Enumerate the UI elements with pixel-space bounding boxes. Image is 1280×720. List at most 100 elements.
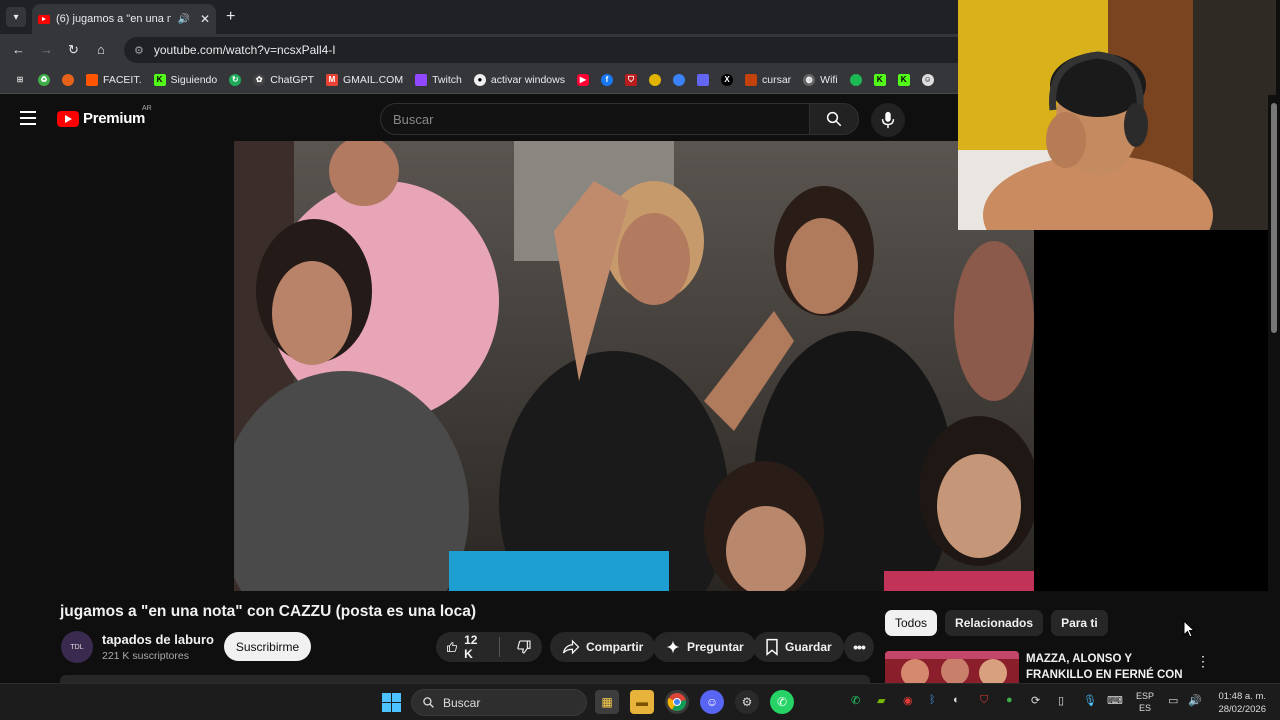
site-info-icon[interactable]: ⚙ [134,44,144,57]
search-box [380,103,810,135]
search-button[interactable] [809,103,859,135]
bookmark-purple-icon[interactable] [691,69,715,91]
voice-search-button[interactable] [871,103,905,137]
close-tab-icon[interactable]: ✕ [200,12,210,26]
share-button[interactable]: Compartir [550,632,656,662]
tray-green-icon[interactable]: ● [1006,694,1013,706]
clock-date: 28/02/2026 [1218,704,1266,715]
back-icon[interactable]: ← [12,42,25,57]
search-input[interactable] [393,111,809,127]
like-count: 12 K [464,633,478,661]
steam-like-icon[interactable]: ⚙ [735,690,759,714]
discord-icon[interactable]: ☺ [700,690,724,714]
whatsapp-icon[interactable]: ✆ [770,690,794,714]
bookmark-blue-icon[interactable] [667,69,691,91]
chip-relacionados[interactable]: Relacionados [945,610,1044,636]
more-actions-button[interactable]: ••• [844,632,874,662]
video-player[interactable] [234,141,1034,591]
bookmark-faceit[interactable]: FACEIT. [80,69,148,91]
github-icon: ● [473,73,486,86]
bookmark-wifi[interactable]: ◍ Wifi [797,69,844,91]
bookmark-siguiendo[interactable]: K Siguiendo [148,69,224,91]
bookmark-youtube-icon[interactable]: ▶ [571,69,595,91]
bookmark-kick-icon[interactable]: K [868,69,892,91]
tray-steam-icon[interactable]: ◐ [953,694,960,706]
bookmark-chatgpt[interactable]: ✿ ChatGPT [247,69,320,91]
webcam-feed [958,0,1276,230]
bookmark-x-icon[interactable]: X [715,69,739,91]
windows-start-icon[interactable] [382,693,401,712]
network-icon[interactable]: ▭ [1168,694,1178,707]
url-text: youtube.com/watch?v=ncsxPall4-I [153,43,336,57]
tray-sync-icon[interactable]: ⟳ [1031,694,1040,707]
bookmark-orange-icon[interactable] [56,69,80,91]
chrome-icon[interactable] [665,690,689,714]
scrollbar-thumb[interactable] [1271,103,1277,333]
gmail-icon: M [326,73,338,86]
youtube-premium-logo[interactable]: Premium AR [57,105,152,127]
volume-icon[interactable]: 🔊 [1188,694,1202,707]
tray-mic-icon[interactable]: 🎙 [1083,694,1097,707]
bookmark-kick-2-icon[interactable]: K [892,69,916,91]
recommendation-filter-chips: Todos Relacionados Para ti [885,610,1108,636]
widgets-icon[interactable]: ▦ [595,690,619,714]
channel-avatar[interactable]: TDL [61,631,93,663]
bookmark-ghost-icon[interactable]: ☺ [916,69,940,91]
chip-para-ti[interactable]: Para ti [1051,610,1108,636]
channel-name[interactable]: tapados de laburo [102,632,214,647]
apps-icon[interactable]: ⊞ [8,69,32,91]
audio-playing-icon[interactable]: 🔊 [177,14,189,25]
save-button[interactable]: Guardar [753,632,844,662]
new-tab-button[interactable]: + [226,8,235,26]
home-icon[interactable]: ⌂ [97,42,105,57]
tray-nvidia-icon[interactable]: ▰ [877,694,885,707]
bookmark-cursar[interactable]: cursar [739,69,797,91]
bookmark-spotify-icon[interactable] [844,69,868,91]
bookmark-label: ChatGPT [270,73,314,86]
keyboard-icon[interactable]: ⌨ [1107,694,1123,707]
youtube-favicon-icon [38,14,50,24]
bookmark-facebook-icon[interactable]: f [595,69,619,91]
browser-tab[interactable]: (6) jugamos a "en una nota" 🔊 ✕ [32,4,216,34]
recommendation-thumbnail[interactable] [885,651,1019,683]
twitch-icon [415,73,428,86]
menu-icon[interactable] [20,111,36,125]
bluetooth-icon[interactable]: ᛒ [929,694,936,706]
chip-todos[interactable]: Todos [885,610,938,636]
bookmark-label: GMAIL.COM [343,73,404,86]
reload-icon[interactable]: ↻ [68,42,79,58]
subscribe-button[interactable]: Suscribirme [224,632,311,661]
faceit-icon [86,73,98,86]
more-vertical-icon[interactable]: ⋮ [1196,653,1210,670]
language-indicator[interactable]: ESP ES [1136,690,1154,714]
tray-whatsapp-icon[interactable]: ✆ [851,694,860,707]
bookmark-activar-windows[interactable]: ● activar windows [468,69,571,91]
tray-red-icon[interactable]: ◉ [903,694,913,707]
bookmark-gmail[interactable]: M GMAIL.COM [320,69,409,91]
file-explorer-icon[interactable]: ▬ [630,690,654,714]
taskbar-search[interactable]: Buscar [411,689,587,716]
taskbar-search-label: Buscar [443,695,481,710]
bookmark-recycle-icon[interactable]: ♻ [32,69,56,91]
mouse-cursor-icon [1183,620,1195,638]
bookmark-twitch[interactable]: Twitch [409,69,468,91]
bookmark-green-icon[interactable]: ↻ [223,69,247,91]
dislike-button[interactable] [506,632,542,662]
search-icon [423,697,434,708]
youtube-header: Premium AR [0,95,958,141]
tray-usb-icon[interactable]: ▯ [1058,694,1064,707]
system-clock[interactable]: 01:48 a. m. 28/02/2026 [1212,690,1266,716]
ask-label: Preguntar [687,640,744,654]
video-title: jugamos a "en una nota" con CAZZU (posta… [60,603,477,620]
tab-search-button[interactable]: ▾ [6,7,26,27]
tray-shield-icon[interactable]: ⛉ [980,694,988,707]
description-box[interactable] [60,675,870,683]
like-button[interactable]: 12 K [436,632,493,662]
ask-button[interactable]: Preguntar [653,632,756,662]
bookmark-yellow-icon[interactable] [643,69,667,91]
page-scrollbar[interactable] [1268,95,1280,683]
chrome-logo [667,693,687,712]
forward-icon[interactable]: → [40,42,53,57]
bookmark-shield-icon[interactable]: ⛉ [619,69,643,91]
address-bar[interactable]: ⚙ youtube.com/watch?v=ncsxPall4-I [124,37,958,63]
